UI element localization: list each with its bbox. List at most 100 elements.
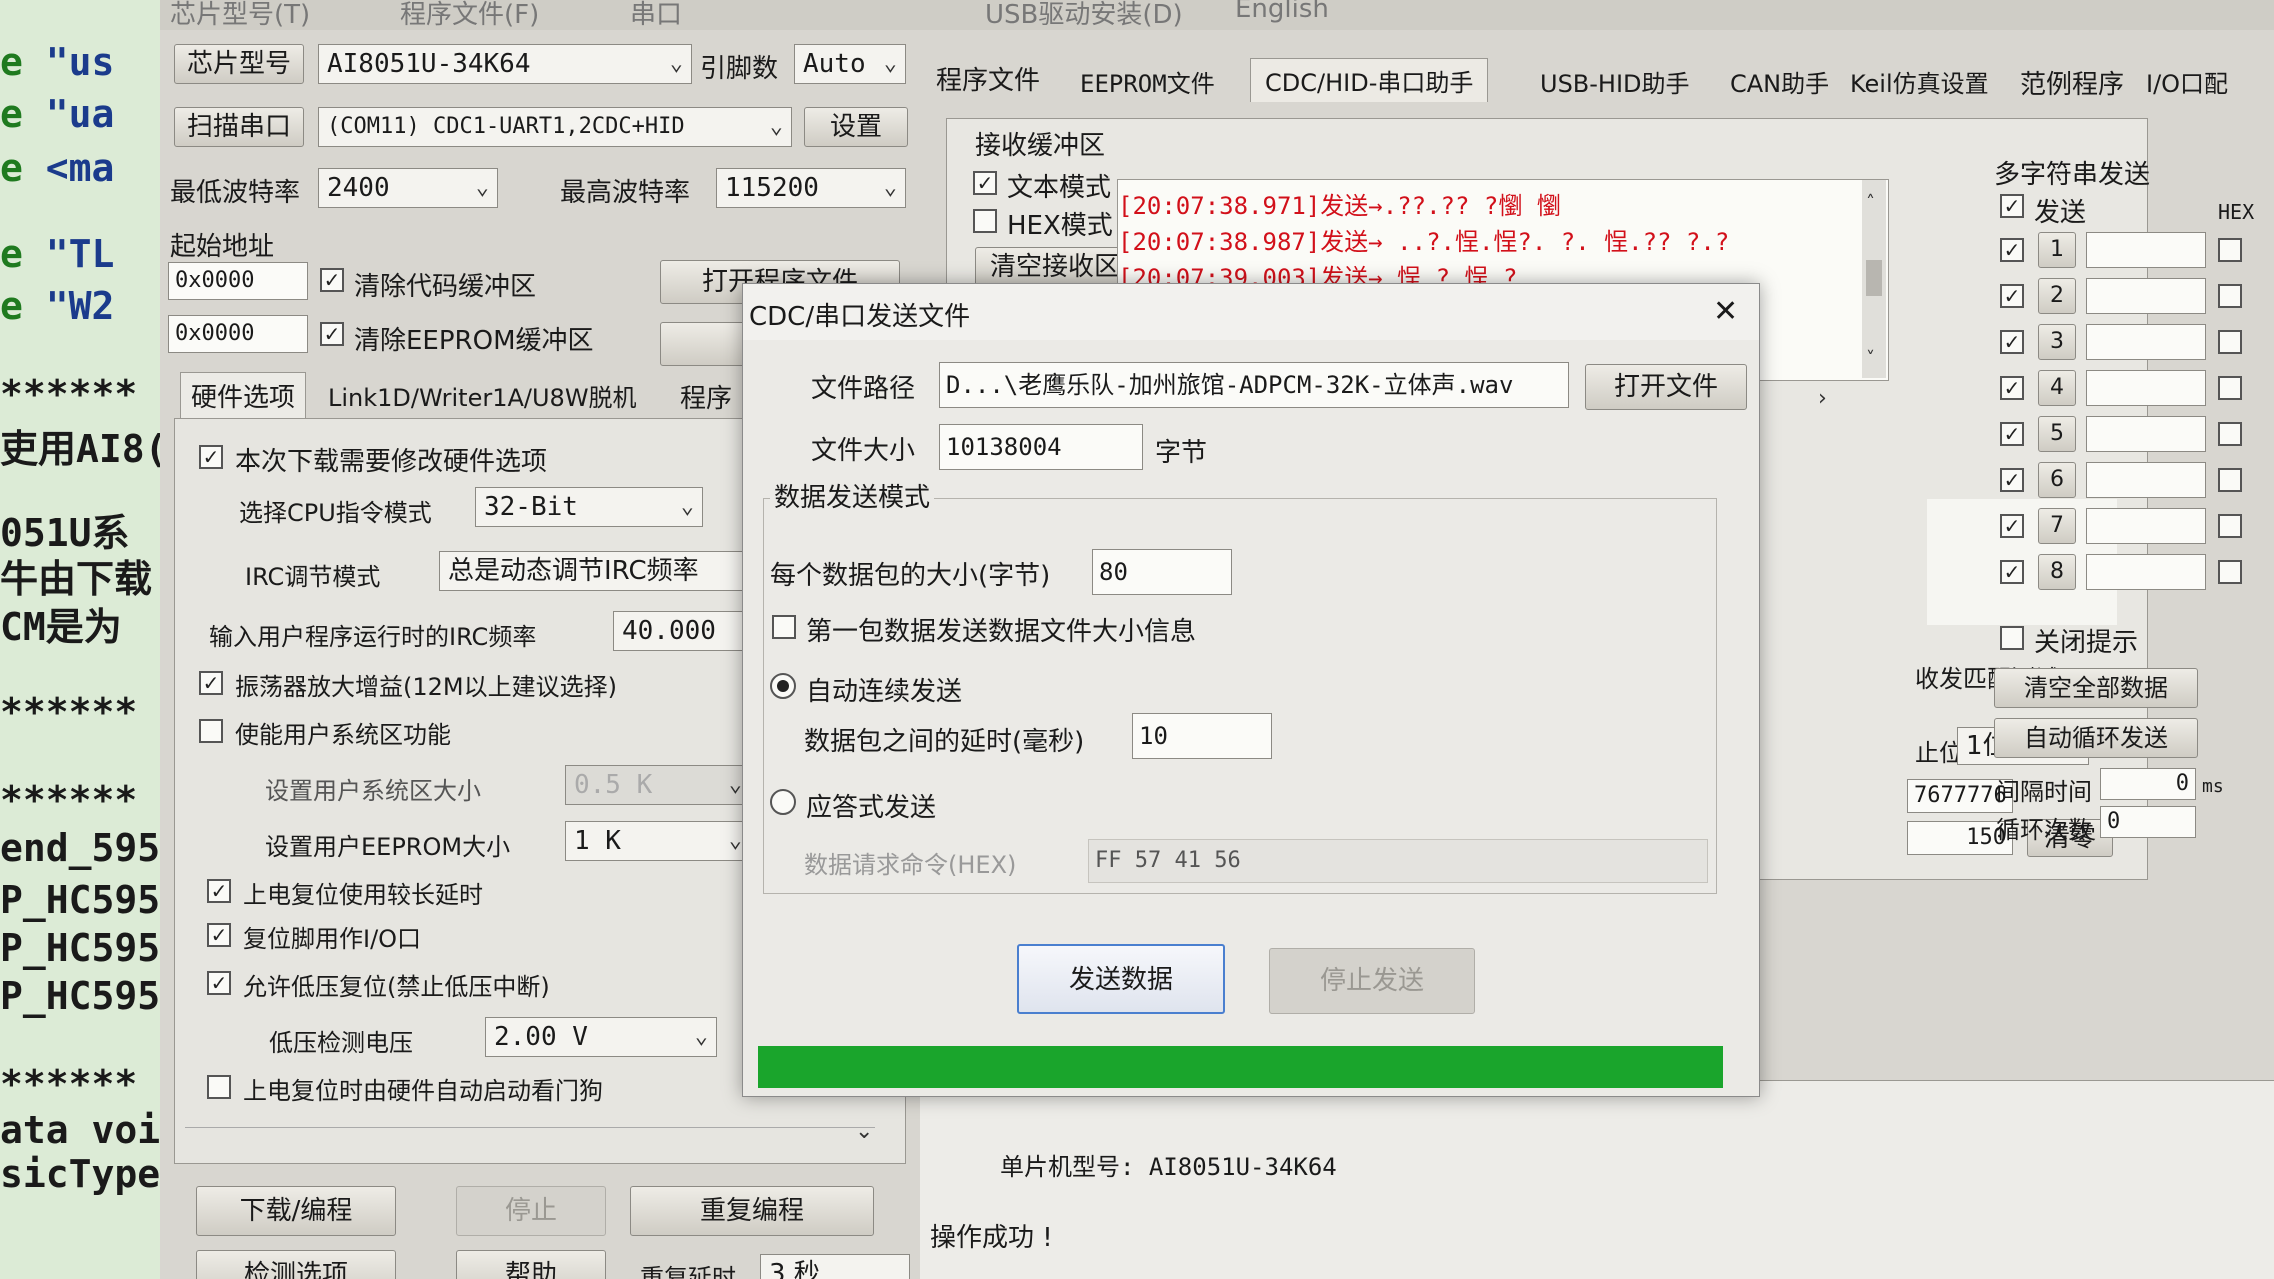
chevron-right-icon[interactable]: ›: [1818, 386, 1827, 411]
help-button[interactable]: 帮助: [456, 1250, 606, 1279]
menu-item-usb-driver[interactable]: USB驱动安装(D): [985, 0, 1183, 31]
multi-row-send-checkbox[interactable]: ✓: [2000, 422, 2024, 446]
retry-delay-select[interactable]: 3 秒: [760, 1254, 910, 1279]
multi-row-input[interactable]: [2086, 232, 2206, 268]
auto-send-radio[interactable]: [770, 673, 796, 699]
open-file-button[interactable]: 打开文件: [1585, 364, 1747, 410]
menu-item-serial[interactable]: 串口: [630, 0, 682, 31]
menu-item-english[interactable]: English: [1235, 0, 1329, 24]
file-path-input[interactable]: D...\老鹰乐队-加州旅馆-ADPCM-32K-立体声.wav: [939, 362, 1569, 408]
user-system-area-checkbox[interactable]: [199, 719, 223, 743]
multi-row-hex-checkbox[interactable]: [2218, 560, 2242, 584]
chip-type-button[interactable]: 芯片型号: [174, 44, 304, 84]
interval-input[interactable]: 0: [2100, 768, 2196, 800]
send-data-button[interactable]: 发送数据: [1017, 944, 1225, 1014]
user-system-size-select[interactable]: 0.5 K ⌄: [565, 765, 751, 805]
tab-program[interactable]: 程序: [680, 378, 732, 415]
ack-send-radio[interactable]: [770, 789, 796, 815]
tab-examples[interactable]: 范例程序: [2020, 64, 2124, 101]
tab-link1d-offline[interactable]: Link1D/Writer1A/U8W脱机: [328, 378, 637, 413]
multi-row-send-button[interactable]: 3: [2038, 324, 2076, 360]
multi-send-all-checkbox[interactable]: ✓: [2000, 194, 2024, 218]
close-icon[interactable]: ✕: [1713, 294, 1738, 329]
multi-row-send-button[interactable]: 5: [2038, 416, 2076, 452]
tab-io-config[interactable]: I/O口配: [2146, 64, 2228, 99]
eeprom-start-address-input[interactable]: 0x0000: [168, 315, 308, 353]
scan-port-button[interactable]: 扫描串口: [174, 107, 304, 147]
multi-row-input[interactable]: [2086, 370, 2206, 406]
hex-mode-checkbox[interactable]: [973, 209, 997, 233]
cpu-mode-select[interactable]: 32-Bit ⌄: [475, 487, 703, 527]
clear-rx-button[interactable]: 清空接收区: [975, 247, 1135, 287]
stop-send-button[interactable]: 停止发送: [1269, 948, 1475, 1014]
multi-row-send-button[interactable]: 2: [2038, 278, 2076, 314]
multi-row-send-checkbox[interactable]: ✓: [2000, 560, 2024, 584]
chip-type-select[interactable]: AI8051U-34K64 ⌄: [318, 44, 692, 84]
download-program-button[interactable]: 下载/编程: [196, 1186, 396, 1236]
tab-eeprom-file[interactable]: EEPROM文件: [1080, 64, 1215, 99]
multi-row-hex-checkbox[interactable]: [2218, 376, 2242, 400]
packet-size-input[interactable]: 80: [1092, 549, 1232, 595]
multi-row-send-checkbox[interactable]: ✓: [2000, 238, 2024, 262]
menu-item-chip[interactable]: 芯片型号(T): [170, 0, 310, 31]
check-options-button[interactable]: 检测选项: [196, 1250, 396, 1279]
tab-can-assistant[interactable]: CAN助手: [1730, 64, 1829, 99]
multi-row-input[interactable]: [2086, 554, 2206, 590]
repeat-program-button[interactable]: 重复编程: [630, 1186, 874, 1236]
port-settings-button[interactable]: 设置: [804, 107, 908, 147]
multi-row-send-button[interactable]: 1: [2038, 232, 2076, 268]
auto-loop-send-button[interactable]: 自动循环发送: [1994, 718, 2198, 758]
multi-row-hex-checkbox[interactable]: [2218, 422, 2242, 446]
rx-vertical-scrollbar[interactable]: ˄ ˅: [1862, 180, 1886, 378]
tab-hardware-options[interactable]: 硬件选项: [180, 372, 307, 418]
tab-cdc-hid-serial-assistant[interactable]: CDC/HID-串口助手: [1250, 58, 1489, 102]
multi-row-send-checkbox[interactable]: ✓: [2000, 284, 2024, 308]
max-baud-select[interactable]: 115200 ⌄: [716, 168, 906, 208]
multi-row-send-button[interactable]: 6: [2038, 462, 2076, 498]
multi-row-send-checkbox[interactable]: ✓: [2000, 468, 2024, 492]
dialog-title-bar[interactable]: CDC/串口发送文件 ✕: [743, 284, 1759, 340]
status-output-area[interactable]: 单片机型号: AI8051U-34K64 操作成功 !: [920, 1080, 2274, 1279]
multi-row-input[interactable]: [2086, 324, 2206, 360]
code-start-address-input[interactable]: 0x0000: [168, 262, 308, 300]
multi-row-send-checkbox[interactable]: ✓: [2000, 376, 2024, 400]
multi-row-hex-checkbox[interactable]: [2218, 514, 2242, 538]
tab-program-file[interactable]: 程序文件: [936, 60, 1040, 97]
low-voltage-detect-select[interactable]: 2.00 V ⌄: [485, 1017, 717, 1057]
watchdog-checkbox[interactable]: [207, 1075, 231, 1099]
osc-gain-checkbox[interactable]: ✓: [199, 671, 223, 695]
text-mode-checkbox[interactable]: ✓: [973, 171, 997, 195]
tab-usb-hid-assistant[interactable]: USB-HID助手: [1540, 64, 1690, 99]
long-reset-delay-checkbox[interactable]: ✓: [207, 879, 231, 903]
multi-row-send-button[interactable]: 4: [2038, 370, 2076, 406]
multi-row-hex-checkbox[interactable]: [2218, 238, 2242, 262]
multi-row-input[interactable]: [2086, 416, 2206, 452]
multi-row-input[interactable]: [2086, 462, 2206, 498]
scrollbar-horizontal[interactable]: [185, 1127, 875, 1154]
request-cmd-input[interactable]: FF 57 41 56: [1088, 839, 1708, 883]
chevron-up-icon[interactable]: ˄: [1866, 192, 1875, 213]
pin-count-select[interactable]: Auto ⌄: [794, 44, 906, 84]
multi-row-send-button[interactable]: 8: [2038, 554, 2076, 590]
multi-row-hex-checkbox[interactable]: [2218, 284, 2242, 308]
modify-hardware-checkbox[interactable]: ✓: [199, 445, 223, 469]
tab-keil-emulation[interactable]: Keil仿真设置: [1850, 64, 1989, 99]
multi-row-send-checkbox[interactable]: ✓: [2000, 514, 2024, 538]
menu-item-program[interactable]: 程序文件(F): [400, 0, 539, 31]
close-tip-checkbox[interactable]: [2000, 626, 2024, 650]
multi-row-hex-checkbox[interactable]: [2218, 468, 2242, 492]
loop-count-input[interactable]: 0: [2100, 806, 2196, 838]
packet-delay-input[interactable]: 10: [1132, 713, 1272, 759]
chevron-down-icon[interactable]: ˅: [1866, 348, 1875, 369]
stop-button[interactable]: 停止: [456, 1186, 606, 1236]
multi-row-send-button[interactable]: 7: [2038, 508, 2076, 544]
serial-port-select[interactable]: (COM11) CDC1-UART1,2CDC+HID ⌄: [318, 107, 792, 147]
user-eeprom-size-select[interactable]: 1 K ⌄: [565, 821, 751, 861]
clear-code-buffer-checkbox[interactable]: ✓: [320, 268, 344, 292]
clear-eeprom-buffer-checkbox[interactable]: ✓: [320, 322, 344, 346]
multi-row-input[interactable]: [2086, 278, 2206, 314]
code-editor-strip[interactable]: e "us e "ua e <ma e "TL e "W2 ****** 吏用AI8(051…: [0, 0, 160, 1279]
chevron-down-icon[interactable]: ⌄: [855, 1119, 873, 1144]
clear-all-data-button[interactable]: 清空全部数据: [1994, 668, 2198, 708]
multi-row-hex-checkbox[interactable]: [2218, 330, 2242, 354]
